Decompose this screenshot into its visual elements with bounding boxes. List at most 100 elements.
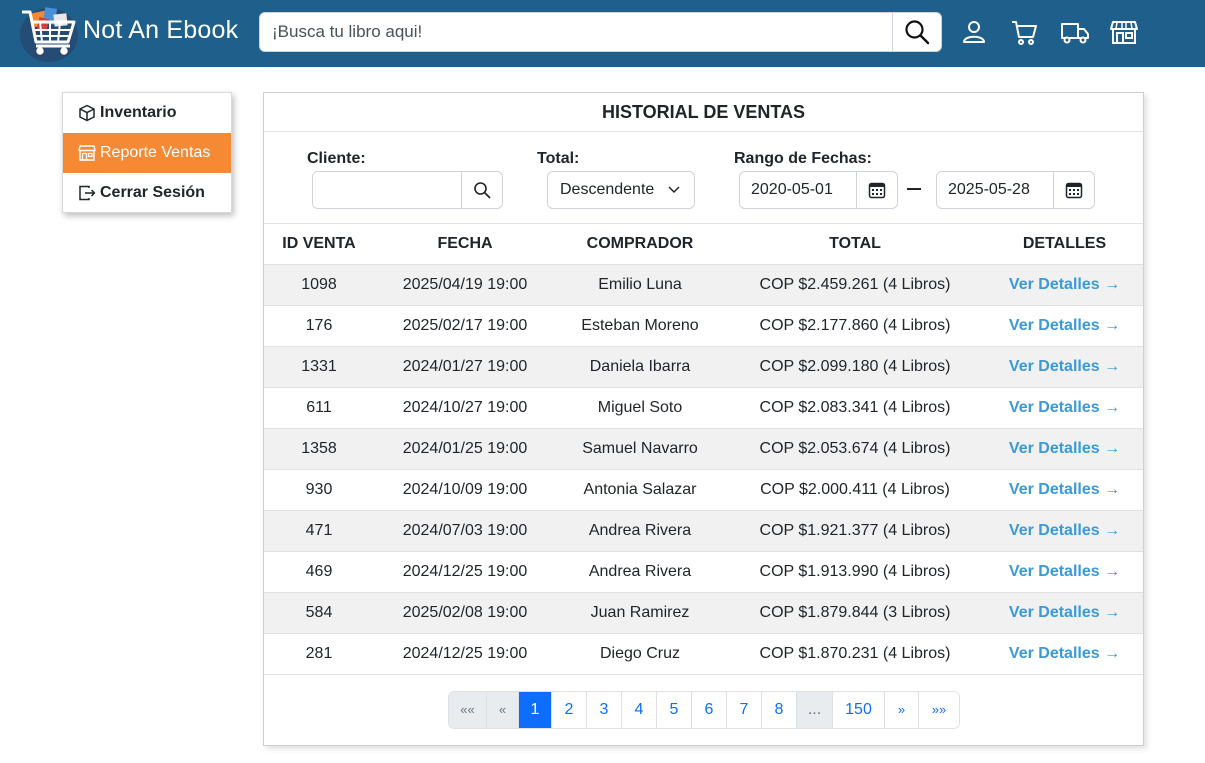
sale-id-cell: 1098	[301, 276, 337, 293]
sale-date-cell: 2024/10/27 19:00	[402, 399, 528, 416]
page-button[interactable]: »	[885, 692, 919, 728]
page-button[interactable]: 4	[622, 692, 657, 728]
sale-date-cell: 2024/07/03 19:00	[402, 522, 528, 539]
view-details-link[interactable]: Ver Detalles →	[986, 593, 1143, 633]
total-cell: COP $2.000.411 (4 Libros)	[760, 481, 950, 498]
sidebar-item-label: Inventario	[100, 104, 177, 121]
calendar-icon	[868, 182, 886, 199]
shopping-cart-logo[interactable]	[18, 2, 80, 64]
total-cell: COP $1.921.377 (4 Libros)	[759, 522, 951, 539]
sale-id-cell: 1331	[301, 358, 337, 375]
total-sort-value: Descendente	[560, 181, 655, 198]
sale-id-cell: 471	[305, 522, 333, 539]
page-title: HISTORIAL DE VENTAS	[264, 93, 1143, 132]
date-from-field[interactable]: 2020-05-01	[739, 171, 898, 209]
view-details-link[interactable]: Ver Detalles →	[986, 306, 1143, 346]
search-button[interactable]	[892, 13, 941, 51]
view-details-link[interactable]: Ver Detalles →	[986, 265, 1143, 305]
sale-date-cell: 2025/02/17 19:00	[402, 317, 528, 334]
table-row: 176 2025/02/17 19:00 Esteban Moreno COP $2.…	[264, 306, 1143, 347]
calendar-icon	[1065, 182, 1083, 199]
page-button[interactable]: 6	[692, 692, 727, 728]
view-details-link[interactable]: Ver Detalles →	[986, 511, 1143, 551]
brand-name[interactable]: Not An Ebook	[83, 16, 238, 45]
sale-id-cell: 176	[305, 317, 333, 334]
table-row: 611 2024/10/27 19:00 Miguel Soto COP $2.083…	[264, 388, 1143, 429]
sidebar-item-label: Cerrar Sesión	[100, 184, 205, 201]
table-row: 584 2025/02/08 19:00 Juan Ramirez COP $1.87…	[264, 593, 1143, 634]
sale-id-cell: 1358	[301, 440, 337, 457]
table-row: 471 2024/07/03 19:00 Andrea Rivera COP $1.9…	[264, 511, 1143, 552]
sidebar-item-inventario[interactable]: Inventario	[63, 93, 231, 133]
page-button[interactable]: 7	[727, 692, 762, 728]
view-details-link[interactable]: Ver Detalles →	[986, 429, 1143, 469]
date-to-calendar-button[interactable]	[1053, 172, 1094, 208]
date-to-value[interactable]: 2025-05-28	[937, 172, 1054, 208]
page-button: ...	[797, 692, 833, 728]
total-filter-label: Total:	[537, 150, 580, 167]
table-row: 1358 2024/01/25 19:00 Samuel Navarro COP $2…	[264, 429, 1143, 470]
buyer-cell: Juan Ramirez	[590, 604, 690, 621]
total-cell: COP $2.459.261 (4 Libros)	[759, 276, 951, 293]
client-search-group	[312, 171, 503, 209]
view-details-link[interactable]: Ver Detalles →	[986, 347, 1143, 387]
page-button[interactable]: 8	[762, 692, 797, 728]
column-header: DETALLES	[1022, 235, 1107, 252]
table-body: 1098 2025/04/19 19:00 Emilio Luna COP $2.45…	[264, 265, 1143, 675]
date-to-field[interactable]: 2025-05-28	[936, 171, 1095, 209]
table-row: 1331 2024/01/27 19:00 Daniela Ibarra COP $2…	[264, 347, 1143, 388]
date-from-value[interactable]: 2020-05-01	[740, 172, 857, 208]
view-details-link[interactable]: Ver Detalles →	[986, 470, 1143, 510]
buyer-cell: Miguel Soto	[597, 399, 683, 416]
store-icon	[78, 145, 96, 161]
client-input[interactable]	[313, 172, 462, 208]
sales-table: ID VENTA FECHA COMPRADOR TOTAL DETALLES …	[264, 223, 1143, 675]
buyer-cell: Andrea Rivera	[588, 522, 692, 539]
client-search-button[interactable]	[461, 172, 502, 208]
page-button[interactable]: 2	[552, 692, 587, 728]
store-icon[interactable]	[1110, 18, 1138, 46]
column-header: COMPRADOR	[586, 235, 694, 252]
view-details-link[interactable]: Ver Detalles →	[986, 634, 1143, 674]
page-button[interactable]: 1	[519, 692, 552, 728]
sidebar-item-cerrar-sesion[interactable]: Cerrar Sesión	[63, 173, 231, 213]
sale-date-cell: 2024/12/25 19:00	[402, 563, 528, 580]
chevron-down-icon	[668, 186, 680, 194]
top-navbar: Not An Ebook	[0, 0, 1205, 67]
total-cell: COP $1.913.990 (4 Libros)	[759, 563, 951, 580]
sale-date-cell: 2024/01/25 19:00	[402, 440, 528, 457]
cart-icon[interactable]	[1010, 18, 1038, 46]
box-icon	[79, 104, 95, 122]
buyer-cell: Emilio Luna	[598, 276, 682, 293]
page-button: ««	[449, 692, 487, 728]
sale-date-cell: 2025/02/08 19:00	[402, 604, 528, 621]
sale-date-cell: 2024/01/27 19:00	[402, 358, 528, 375]
buyer-cell: Andrea Rivera	[588, 563, 692, 580]
total-cell: COP $1.870.231 (4 Libros)	[759, 645, 951, 662]
sale-id-cell: 611	[306, 399, 332, 416]
total-sort-select[interactable]: Descendente	[547, 171, 695, 209]
truck-icon[interactable]	[1060, 18, 1090, 46]
total-cell: COP $2.053.674 (4 Libros)	[759, 440, 951, 457]
search-icon	[905, 20, 930, 45]
view-details-link[interactable]: Ver Detalles →	[986, 552, 1143, 592]
total-cell: COP $1.879.844 (3 Libros)	[759, 604, 951, 621]
sidebar-item-reporte-ventas[interactable]: Reporte Ventas	[63, 133, 231, 173]
date-from-calendar-button[interactable]	[856, 172, 897, 208]
column-header: TOTAL	[829, 235, 881, 252]
buyer-cell: Antonia Salazar	[583, 481, 697, 498]
search-icon	[474, 182, 491, 199]
page-button[interactable]: 3	[587, 692, 622, 728]
column-header: FECHA	[437, 235, 493, 252]
page-button[interactable]: »»	[919, 692, 959, 728]
sale-date-cell: 2024/10/09 19:00	[402, 481, 528, 498]
search-input[interactable]	[260, 13, 893, 51]
page-button[interactable]: 150	[833, 692, 885, 728]
user-icon[interactable]	[960, 18, 988, 46]
page-button[interactable]: 5	[657, 692, 692, 728]
view-details-link[interactable]: Ver Detalles →	[986, 388, 1143, 428]
client-filter-label: Cliente:	[307, 150, 366, 167]
sale-date-cell: 2024/12/25 19:00	[402, 645, 528, 662]
total-cell: COP $2.099.180 (4 Libros)	[759, 358, 951, 375]
table-header-row: ID VENTA FECHA COMPRADOR TOTAL DETALLES	[264, 224, 1143, 265]
